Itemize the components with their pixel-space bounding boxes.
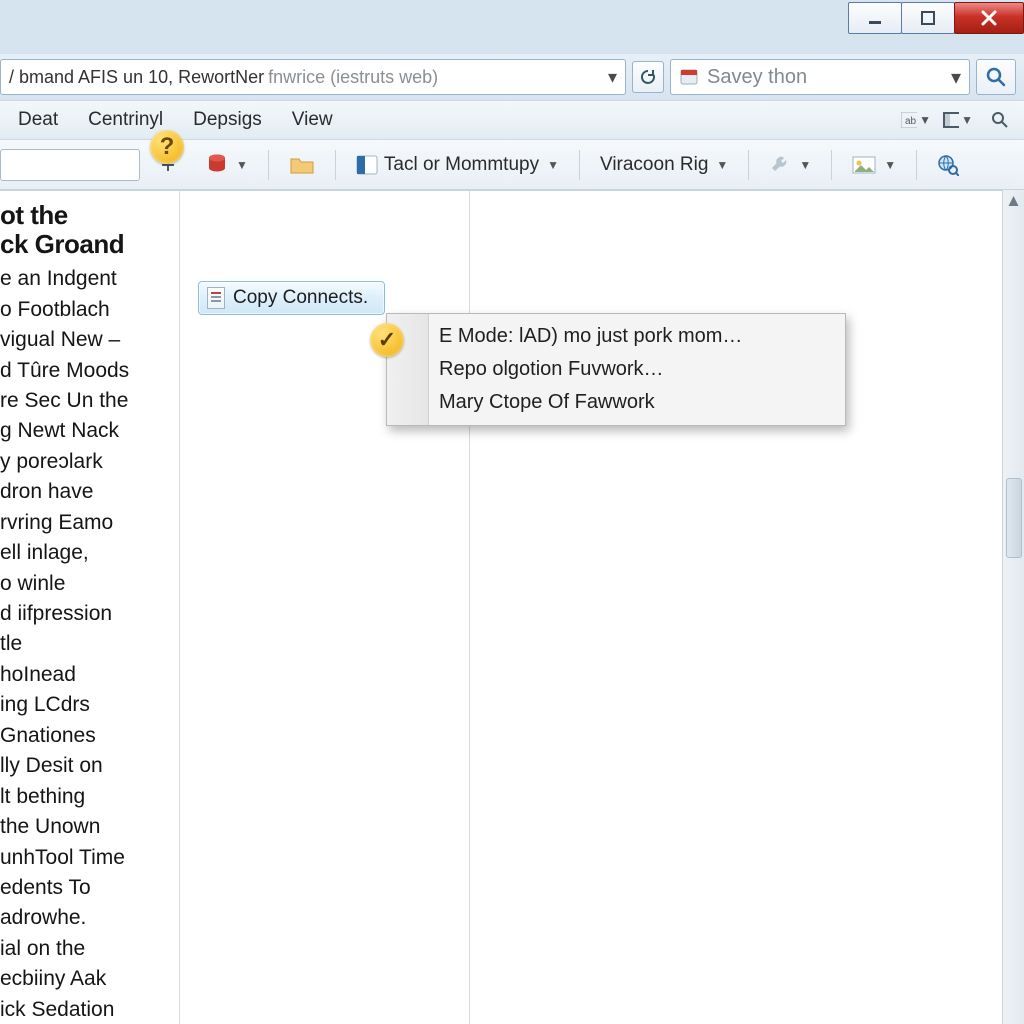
- address-path: / bmand AFIS un 10, RewortNer: [9, 67, 264, 88]
- address-field[interactable]: / bmand AFIS un 10, RewortNer fnwrice (i…: [0, 59, 626, 95]
- menu-bar: Deat Centrinyl Depsigs View ab ▼ ▼: [0, 100, 1024, 140]
- chevron-down-icon: ▼: [716, 158, 728, 172]
- tree-item-copy-connects[interactable]: Copy Connects.: [198, 281, 385, 315]
- locale-icon: ab: [901, 112, 917, 128]
- menu-locale-button[interactable]: ab ▼: [900, 106, 932, 134]
- search-icon: [991, 111, 1009, 129]
- chevron-down-icon: ▼: [961, 113, 973, 127]
- address-row: / bmand AFIS un 10, RewortNer fnwrice (i…: [0, 54, 1024, 100]
- search-app-icon: [679, 67, 699, 87]
- scroll-thumb[interactable]: [1006, 478, 1022, 558]
- panel-blue-icon: [356, 154, 378, 176]
- chevron-down-icon: ▼: [919, 113, 931, 127]
- context-menu-item-emode[interactable]: E Mode: lAD) mo just pork mom…: [387, 320, 845, 353]
- search-go-button[interactable]: [976, 59, 1016, 95]
- search-placeholder: Savey thon: [707, 66, 807, 89]
- refresh-icon: [639, 68, 657, 86]
- refresh-button[interactable]: [632, 61, 664, 93]
- scroll-up-button[interactable]: ▲: [1003, 190, 1024, 212]
- wrench-icon: [769, 154, 791, 176]
- search-icon: [985, 66, 1007, 88]
- chevron-down-icon: ▼: [547, 158, 559, 172]
- database-icon: [206, 153, 228, 177]
- context-menu-item-mary[interactable]: Mary Ctope Of Fawwork: [387, 386, 845, 419]
- search-dropdown-icon[interactable]: ▾: [951, 65, 961, 90]
- panel-icon: [943, 112, 959, 128]
- vertical-scrollbar[interactable]: ▲: [1002, 190, 1024, 1024]
- menu-panel-button[interactable]: ▼: [942, 106, 974, 134]
- tree-pane: Copy Connects. ✓ E Mode: lAD) mo just po…: [180, 191, 470, 1024]
- doc-title-line2: ck Groand: [0, 229, 124, 259]
- search-field[interactable]: Savey thon ▾: [670, 59, 970, 95]
- svg-text:ab: ab: [905, 116, 917, 127]
- toolbar-image-button[interactable]: ▼: [842, 148, 906, 182]
- toolbar-vira-button[interactable]: Viracoon Rig ▼: [590, 148, 738, 182]
- toolbar-tool-button[interactable]: ▼: [759, 148, 821, 182]
- minimize-icon: [866, 9, 884, 27]
- toolbar-db-button[interactable]: ▼: [196, 148, 258, 182]
- content-area: ot the ck Groand e an Indgent o Footblac…: [0, 190, 1024, 1024]
- menu-centrinyl[interactable]: Centrinyl: [78, 105, 173, 135]
- doc-body: e an Indgent o Footblach vigual New – d …: [0, 264, 173, 1024]
- tree-item-label: Copy Connects.: [233, 287, 368, 309]
- toolbar-input[interactable]: [0, 149, 140, 181]
- chevron-down-icon: ▼: [236, 158, 248, 172]
- minimize-button[interactable]: [848, 2, 902, 34]
- toolbar-vira-label: Viracoon Rig: [600, 154, 708, 176]
- address-dropdown-icon[interactable]: ▾: [608, 67, 617, 88]
- image-icon: [852, 156, 876, 174]
- toolbar-globe-button[interactable]: [927, 148, 969, 182]
- chevron-down-icon: ▼: [884, 158, 896, 172]
- maximize-button[interactable]: [901, 2, 955, 34]
- close-icon: [979, 8, 999, 28]
- menu-deat[interactable]: Deat: [8, 105, 68, 135]
- left-pane: ot the ck Groand e an Indgent o Footblac…: [0, 191, 180, 1024]
- doc-title: ot the ck Groand: [0, 201, 173, 258]
- help-badge[interactable]: ?: [150, 130, 184, 164]
- context-menu-item-repo[interactable]: Repo olgotion Fuvwork…: [387, 353, 845, 386]
- close-button[interactable]: [954, 2, 1024, 34]
- toolbar-folder-button[interactable]: [279, 148, 325, 182]
- menu-view[interactable]: View: [282, 105, 343, 135]
- folder-icon: [289, 155, 315, 175]
- check-badge: ✓: [370, 323, 404, 357]
- chevron-down-icon: ▼: [799, 158, 811, 172]
- window-controls: [849, 0, 1024, 52]
- document-icon: [207, 287, 225, 309]
- toolbar-tacl-button[interactable]: Tacl or Mommtupy ▼: [346, 148, 569, 182]
- menu-find-button[interactable]: [984, 106, 1016, 134]
- menu-depsigs[interactable]: Depsigs: [183, 105, 272, 135]
- maximize-icon: [919, 9, 937, 27]
- doc-title-line1: ot the: [0, 200, 68, 230]
- address-suffix: fnwrice (iestruts web): [268, 67, 438, 88]
- globe-search-icon: [937, 154, 959, 176]
- context-menu: E Mode: lAD) mo just pork mom… Repo olgo…: [386, 313, 846, 426]
- toolbar-tacl-label: Tacl or Mommtupy: [384, 154, 539, 176]
